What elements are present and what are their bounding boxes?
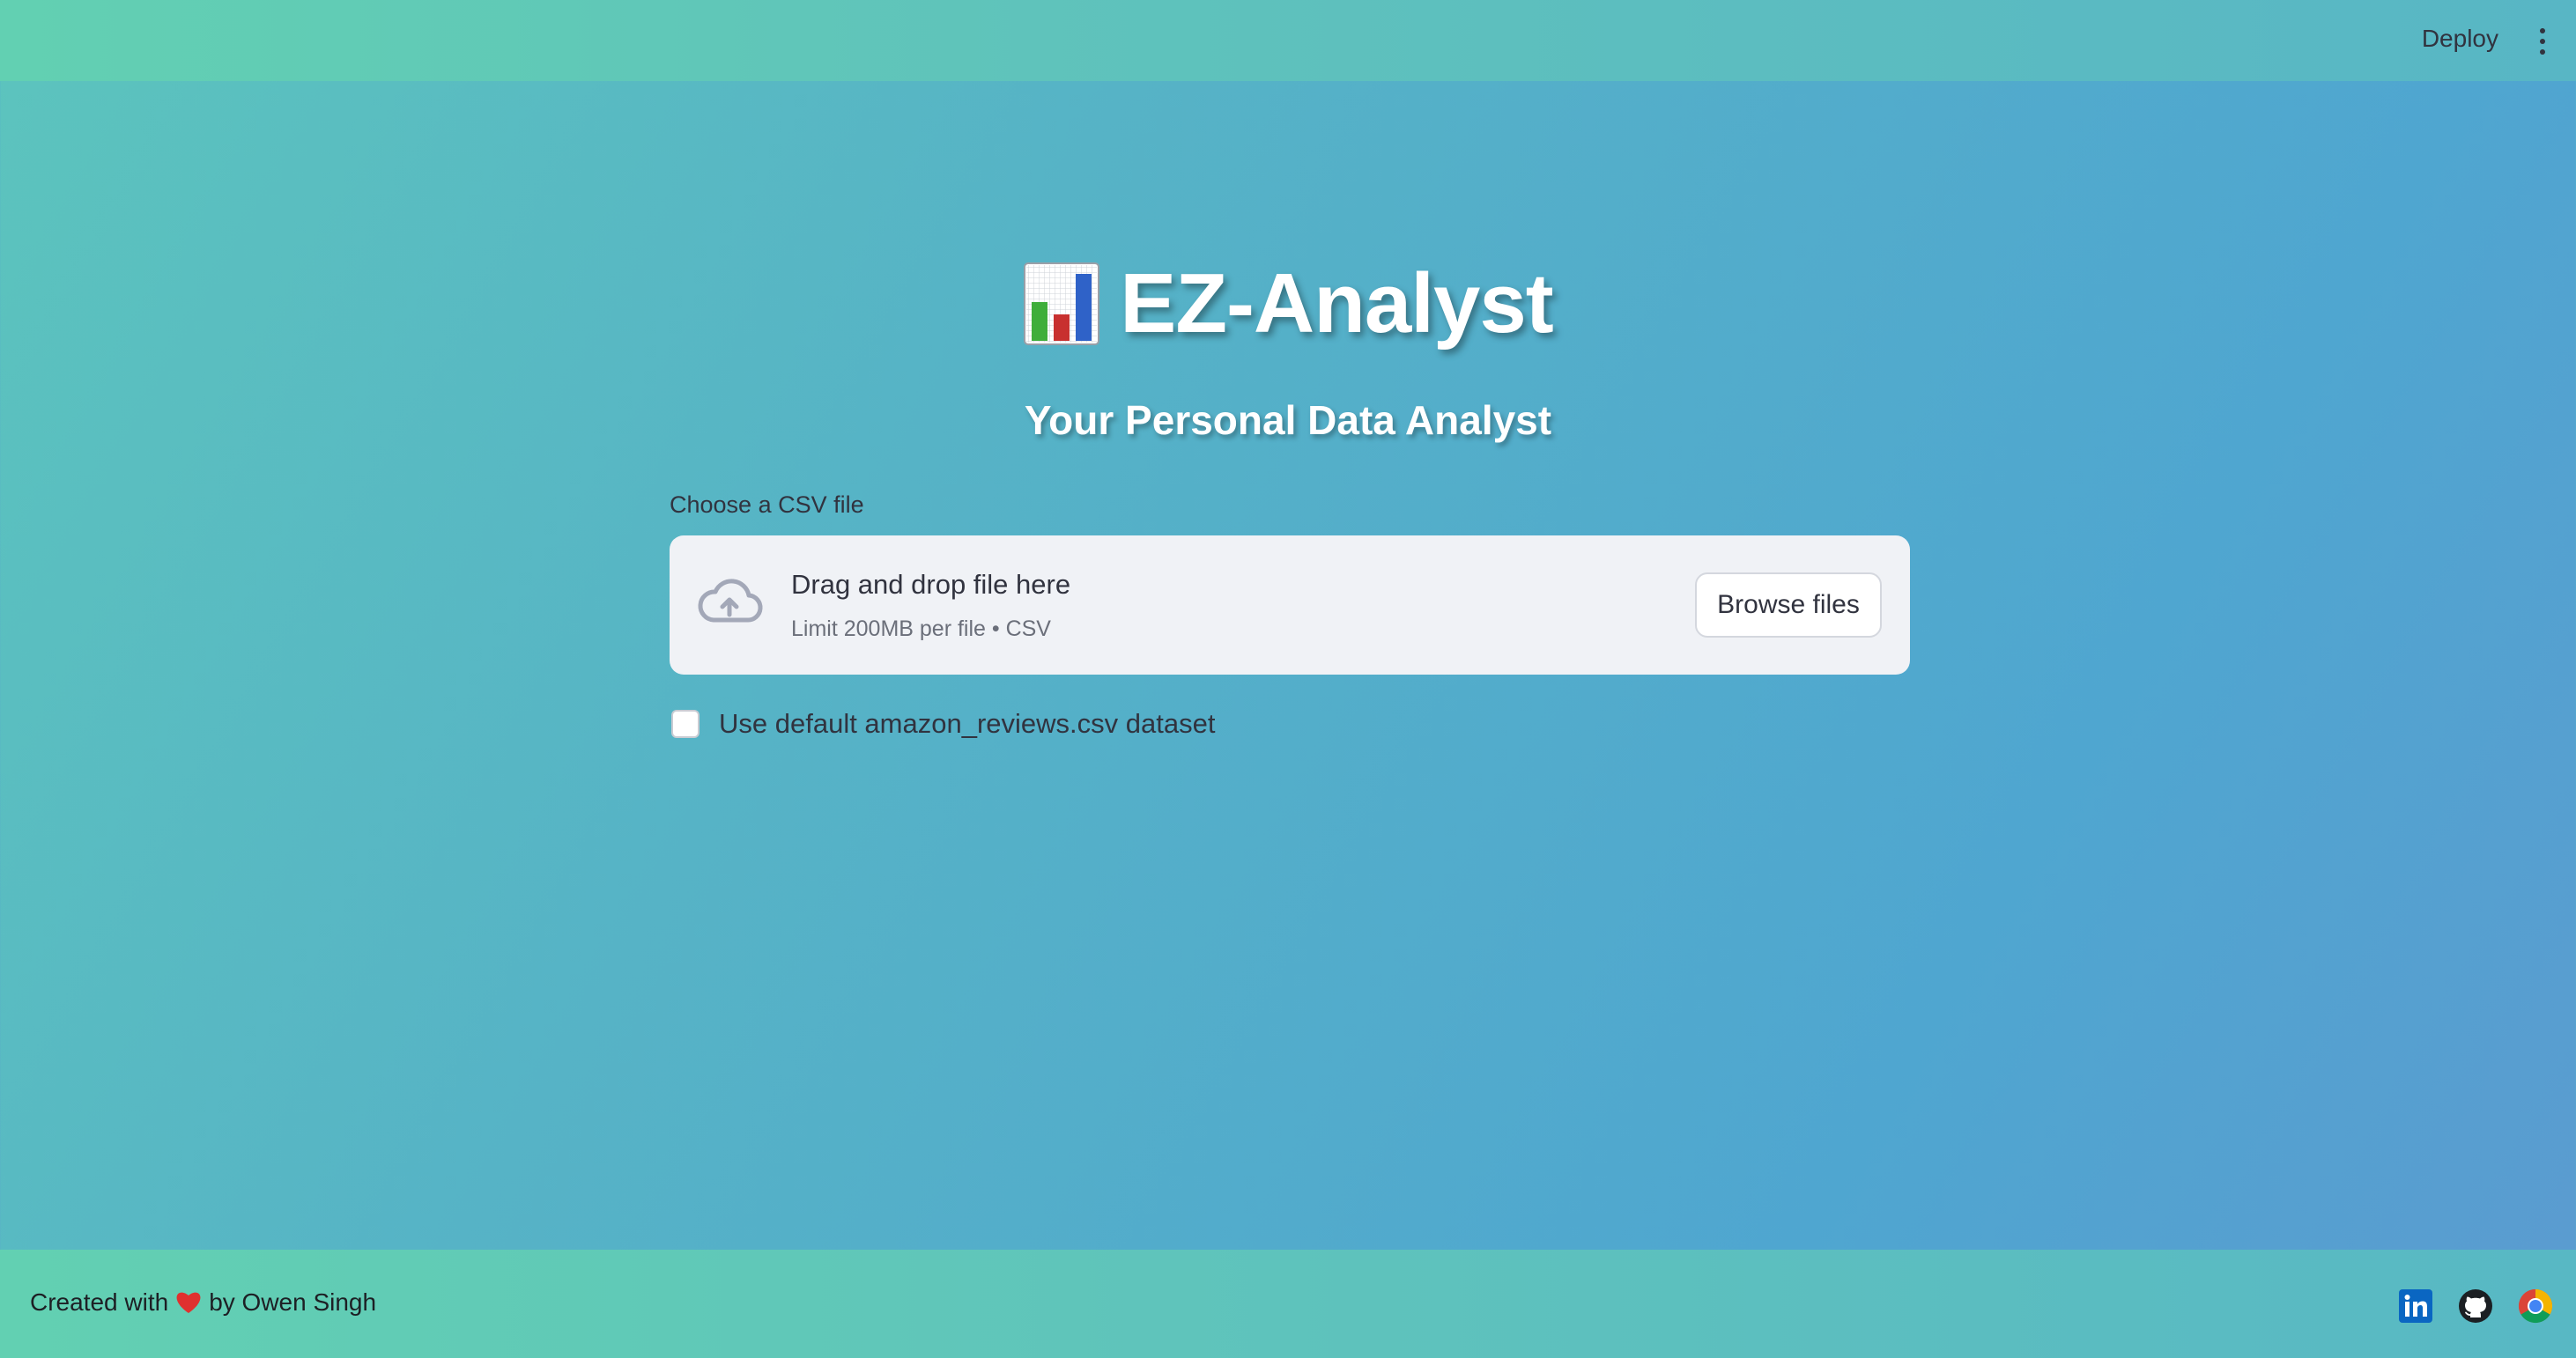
title-block: EZ-Analyst bbox=[0, 255, 2576, 352]
browse-files-button[interactable]: Browse files bbox=[1695, 572, 1882, 638]
default-dataset-label[interactable]: Use default amazon_reviews.csv dataset bbox=[719, 708, 1215, 740]
social-links bbox=[2398, 1288, 2553, 1324]
github-icon[interactable] bbox=[2458, 1288, 2493, 1324]
credit-prefix: Created with bbox=[30, 1288, 169, 1316]
top-header: Deploy bbox=[0, 0, 2576, 81]
deploy-button[interactable]: Deploy bbox=[2422, 25, 2498, 53]
dropzone-limits: Limit 200MB per file • CSV bbox=[791, 616, 1051, 641]
default-dataset-checkbox[interactable] bbox=[671, 710, 700, 738]
footer-credit: Created with by Owen Singh bbox=[30, 1288, 376, 1317]
kebab-menu-icon[interactable] bbox=[2534, 28, 2551, 55]
dropzone-instructions: Drag and drop file here bbox=[791, 569, 1071, 600]
linkedin-icon[interactable] bbox=[2398, 1288, 2433, 1324]
heart-icon bbox=[176, 1292, 201, 1313]
page-subtitle: Your Personal Data Analyst bbox=[1024, 397, 1552, 443]
footer: Created with by Owen Singh bbox=[0, 1250, 2576, 1358]
bar-chart-icon bbox=[1024, 262, 1100, 345]
chrome-icon[interactable] bbox=[2518, 1288, 2553, 1324]
credit-suffix: by Owen Singh bbox=[209, 1288, 377, 1316]
page-title: EZ-Analyst bbox=[1120, 256, 1553, 351]
cloud-upload-icon bbox=[698, 579, 763, 623]
default-dataset-option[interactable]: Use default amazon_reviews.csv dataset bbox=[671, 708, 1215, 740]
file-dropzone[interactable]: Drag and drop file here Limit 200MB per … bbox=[670, 535, 1910, 675]
file-uploader-label: Choose a CSV file bbox=[670, 491, 864, 518]
